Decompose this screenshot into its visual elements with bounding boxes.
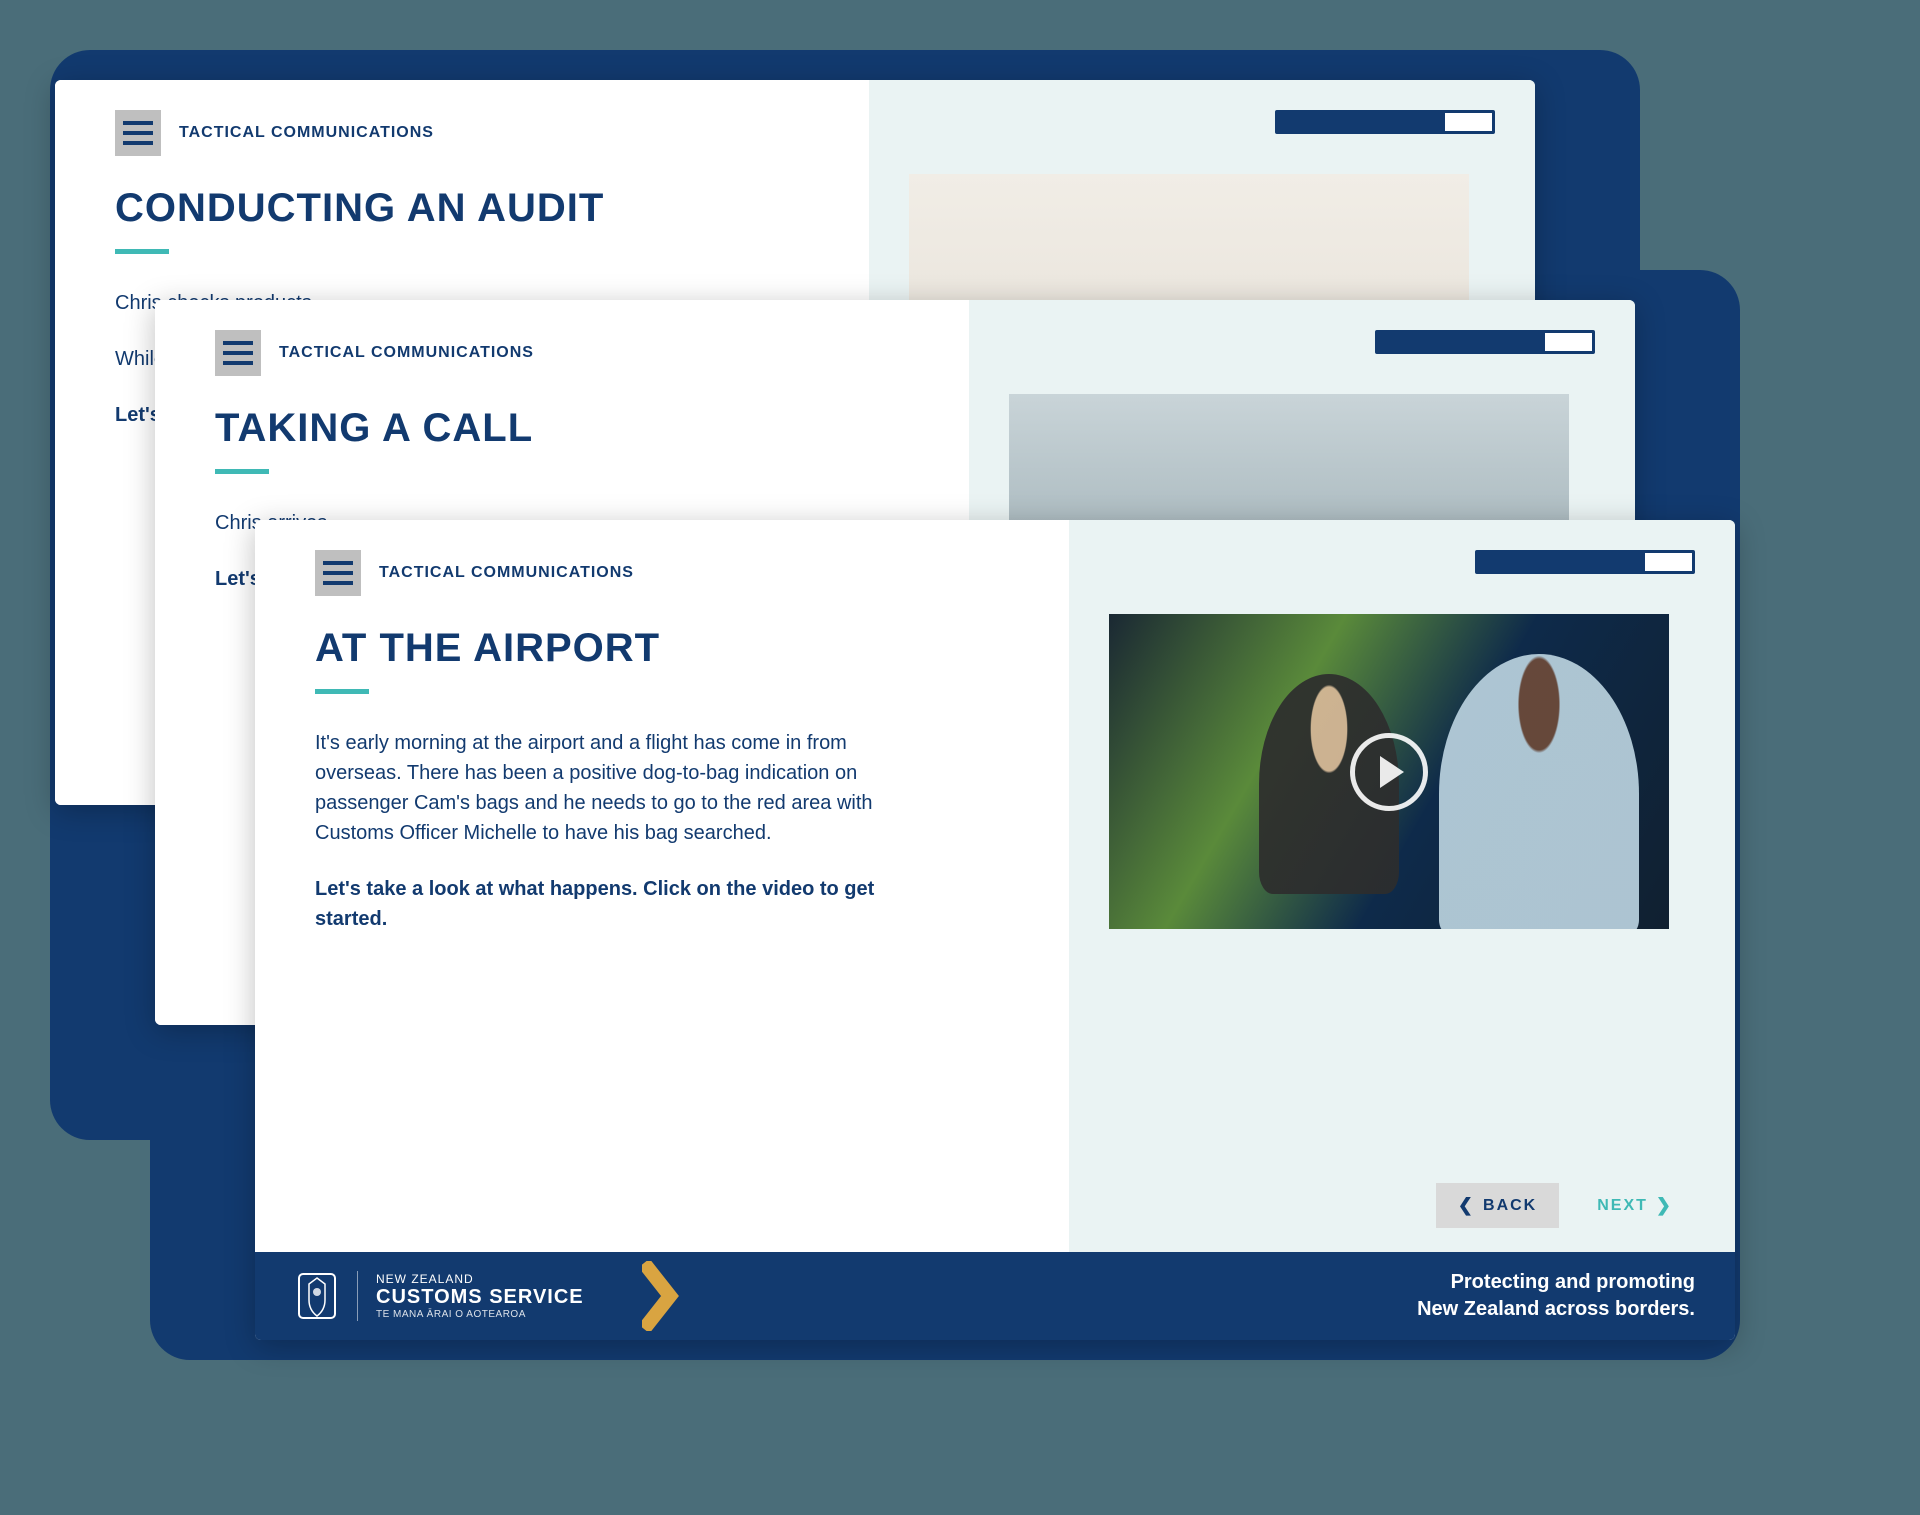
chevron-right-icon: ❯ (1656, 1195, 1673, 1216)
slide-at-the-airport: TACTICAL COMMUNICATIONS AT THE AIRPORT I… (255, 520, 1735, 1340)
divider (357, 1271, 358, 1321)
menu-icon[interactable] (215, 330, 261, 376)
progress-bar (1275, 110, 1495, 134)
play-icon (1350, 733, 1428, 811)
crest-icon (295, 1270, 339, 1322)
right-pane: ❮ BACK NEXT ❯ (1069, 520, 1735, 1252)
page-title: AT THE AIRPORT (315, 626, 1009, 671)
module-label: TACTICAL COMMUNICATIONS (279, 344, 534, 362)
page-title: CONDUCTING AN AUDIT (115, 186, 809, 231)
progress-bar (1475, 550, 1695, 574)
page-title: TAKING A CALL (215, 406, 909, 451)
accent-bar (115, 249, 169, 254)
back-button[interactable]: ❮ BACK (1436, 1183, 1559, 1228)
back-label: BACK (1483, 1197, 1537, 1215)
left-pane: TACTICAL COMMUNICATIONS AT THE AIRPORT I… (255, 520, 1069, 1252)
next-label: NEXT (1597, 1197, 1648, 1215)
chevron-gold-icon (642, 1261, 686, 1331)
module-label: TACTICAL COMMUNICATIONS (379, 564, 634, 582)
footer-logo-text: NEW ZEALAND CUSTOMS SERVICE TE MANA ĀRAI… (376, 1272, 584, 1320)
menu-icon[interactable] (315, 550, 361, 596)
cta-text: Let's take a look at what happens. Click… (315, 874, 875, 934)
module-label: TACTICAL COMMUNICATIONS (179, 124, 434, 142)
progress-bar (1375, 330, 1595, 354)
footer-tagline: Protecting and promoting New Zealand acr… (1417, 1269, 1695, 1323)
accent-bar (315, 689, 369, 694)
accent-bar (215, 469, 269, 474)
video-thumbnail[interactable] (1109, 614, 1669, 929)
footer: NEW ZEALAND CUSTOMS SERVICE TE MANA ĀRAI… (255, 1252, 1735, 1340)
chevron-left-icon: ❮ (1458, 1195, 1475, 1216)
menu-icon[interactable] (115, 110, 161, 156)
next-button[interactable]: NEXT ❯ (1575, 1183, 1695, 1228)
body-paragraph: It's early morning at the airport and a … (315, 728, 875, 848)
